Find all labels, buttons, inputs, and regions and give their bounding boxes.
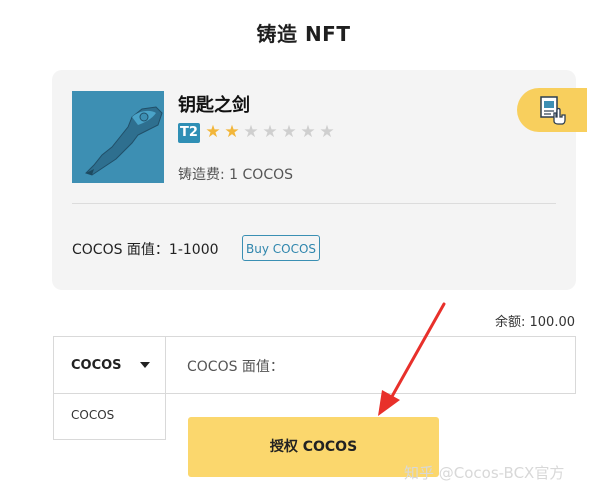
balance-text: 余额: 100.00 xyxy=(495,315,575,330)
star-empty-icon: ★ xyxy=(262,122,278,142)
token-dropdown: COCOS xyxy=(53,394,166,440)
tier-badge: T2 xyxy=(178,123,200,143)
file-hand-icon xyxy=(540,96,566,125)
annotation-arrow xyxy=(378,302,446,416)
star-empty-icon: ★ xyxy=(243,122,259,142)
star-filled-icon: ★ xyxy=(205,122,221,142)
rating-stars: ★ ★ ★ ★ ★ ★ ★ xyxy=(204,122,336,144)
watermark: 知乎 @Cocos-BCX官方 xyxy=(404,464,565,482)
nft-image xyxy=(72,91,164,183)
face-value-range: COCOS 面值：1-1000 xyxy=(72,242,219,258)
authorize-cocos-button[interactable]: 授权 COCOS xyxy=(188,417,439,477)
amount-input-label: COCOS 面值： xyxy=(187,359,284,375)
nft-card: 钥匙之剑 T2 ★ ★ ★ ★ ★ ★ ★ 铸造费: 1 COCOS COCOS… xyxy=(52,70,576,290)
token-option-cocos[interactable]: COCOS xyxy=(71,408,114,422)
star-empty-icon: ★ xyxy=(319,122,335,142)
token-select-value: COCOS xyxy=(71,358,122,373)
divider xyxy=(72,203,556,204)
caret-down-icon xyxy=(140,362,150,368)
page-title: 铸造 NFT xyxy=(256,22,351,46)
star-empty-icon: ★ xyxy=(300,122,316,142)
buy-cocos-button[interactable]: Buy COCOS xyxy=(242,235,320,261)
mint-fee: 铸造费: 1 COCOS xyxy=(178,167,294,183)
nft-name: 钥匙之剑 xyxy=(178,95,250,116)
token-select[interactable]: COCOS xyxy=(53,336,166,394)
star-empty-icon: ★ xyxy=(281,122,297,142)
star-filled-icon: ★ xyxy=(224,122,240,142)
